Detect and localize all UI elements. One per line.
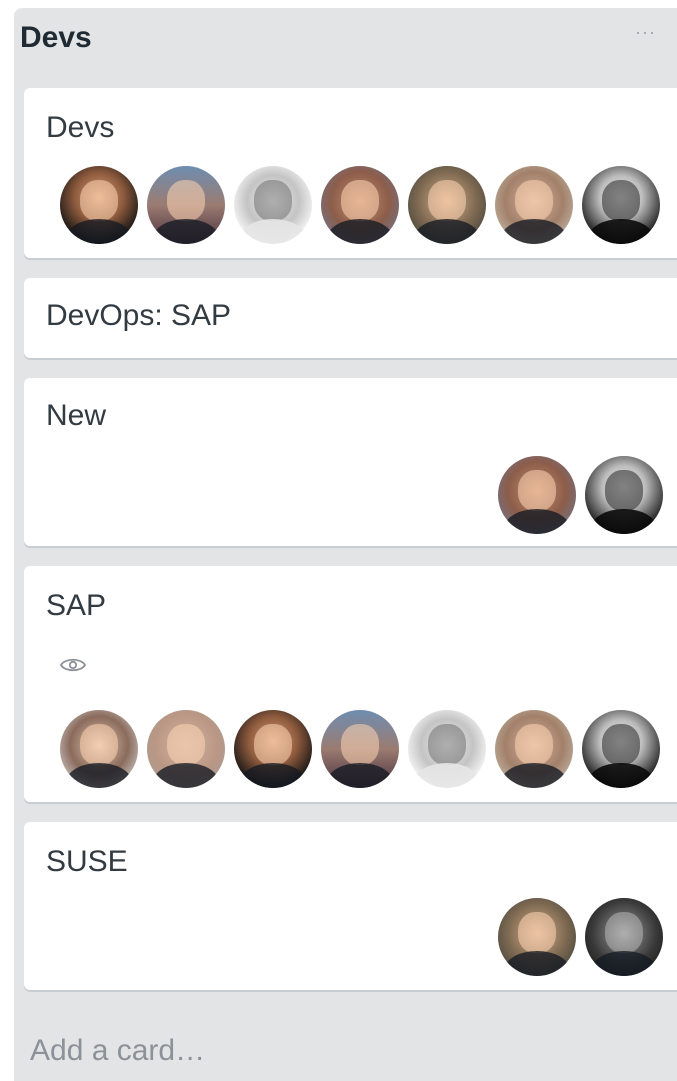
member-avatar[interactable]: [585, 456, 663, 534]
member-avatar[interactable]: [147, 166, 225, 244]
add-card-button[interactable]: Add a card…: [30, 1034, 205, 1068]
member-avatar[interactable]: [408, 710, 486, 788]
member-avatar[interactable]: [495, 710, 573, 788]
card-title: DevOps: SAP: [46, 299, 232, 332]
card-sap[interactable]: SAP: [24, 566, 677, 802]
member-avatar[interactable]: [498, 898, 576, 976]
eye-icon: [60, 658, 86, 672]
member-avatar[interactable]: [147, 710, 225, 788]
card-devs[interactable]: Devs: [24, 88, 677, 258]
list-header: Devs ···: [20, 18, 660, 58]
member-avatar[interactable]: [495, 166, 573, 244]
card-title: SAP: [46, 589, 107, 622]
card-suse[interactable]: SUSE: [24, 822, 677, 990]
card-title: New: [46, 399, 107, 432]
member-avatar[interactable]: [498, 456, 576, 534]
member-avatar[interactable]: [582, 710, 660, 788]
card-members: [60, 166, 660, 244]
member-avatar[interactable]: [408, 166, 486, 244]
member-avatar[interactable]: [321, 710, 399, 788]
member-avatar[interactable]: [234, 710, 312, 788]
card-devops-sap[interactable]: DevOps: SAP: [24, 278, 677, 358]
card-members: [498, 898, 663, 976]
member-avatar[interactable]: [60, 166, 138, 244]
card-new[interactable]: New: [24, 378, 677, 546]
card-members: [60, 710, 660, 788]
member-avatar[interactable]: [60, 710, 138, 788]
card-title: SUSE: [46, 845, 128, 878]
card-members: [498, 456, 663, 534]
member-avatar[interactable]: [234, 166, 312, 244]
member-avatar[interactable]: [585, 898, 663, 976]
member-avatar[interactable]: [321, 166, 399, 244]
member-avatar[interactable]: [582, 166, 660, 244]
card-title: Devs: [46, 111, 115, 144]
list-title[interactable]: Devs: [20, 18, 660, 58]
ellipsis-icon[interactable]: ···: [635, 22, 656, 43]
